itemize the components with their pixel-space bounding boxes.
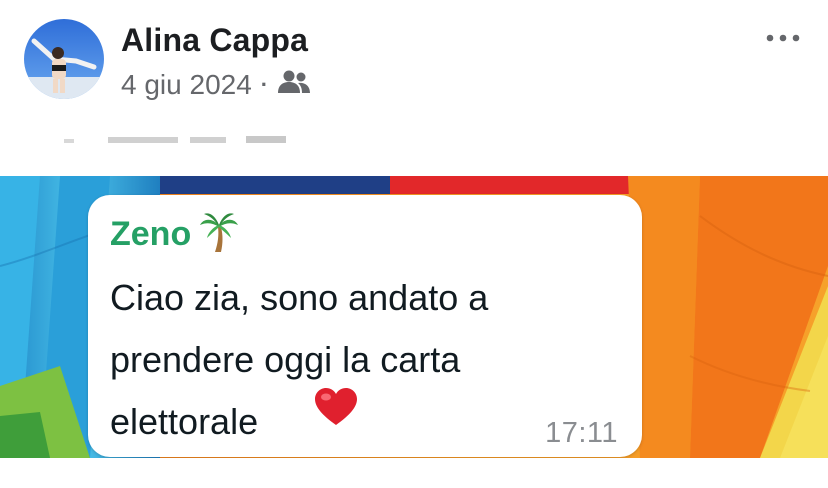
post-date[interactable]: 4 giu 2024 [121, 69, 252, 101]
message-text: Ciao zia, sono andato a prendere oggi la… [110, 277, 489, 442]
author-name[interactable]: Alina Cappa [121, 22, 308, 59]
post-header: Alina Cappa 4 giu 2024 · [0, 0, 828, 143]
meta-separator: · [260, 72, 269, 97]
palm-tree-icon [199, 211, 239, 258]
clipped-caption-line [60, 131, 300, 145]
post-footer-gap [0, 458, 828, 488]
post-meta: 4 giu 2024 · [121, 68, 311, 102]
chat-message-bubble: Zeno Ciao zia, sono andato a prendere og… [88, 195, 642, 457]
more-options-button[interactable] [762, 22, 804, 54]
sender-name: Zeno [110, 215, 192, 253]
more-horizontal-icon [766, 34, 800, 42]
message-time: 17:11 [545, 417, 618, 449]
sender-row: Zeno [110, 211, 239, 258]
friends-icon[interactable] [277, 69, 311, 102]
red-heart-icon [314, 387, 358, 432]
avatar[interactable] [24, 19, 104, 99]
